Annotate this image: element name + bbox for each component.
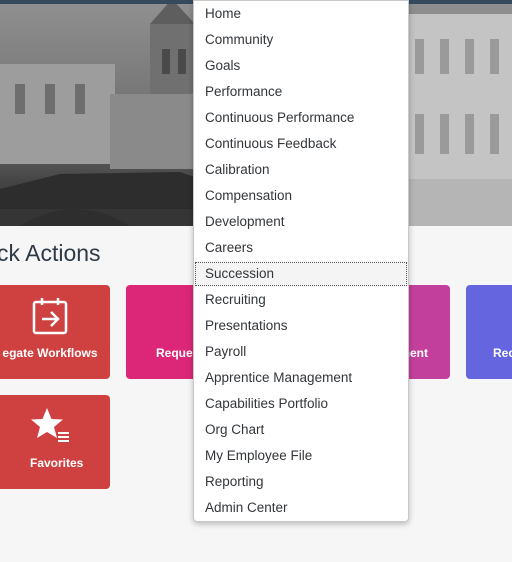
menu-item-home[interactable]: Home xyxy=(194,1,408,27)
menu-item-careers[interactable]: Careers xyxy=(194,235,408,261)
star-list-icon xyxy=(30,407,70,445)
menu-item-payroll[interactable]: Payroll xyxy=(194,339,408,365)
calendar-arrow-icon xyxy=(32,297,68,335)
menu-item-presentations[interactable]: Presentations xyxy=(194,313,408,339)
record-tile[interactable]: Rec xyxy=(466,285,512,379)
menu-item-performance[interactable]: Performance xyxy=(194,79,408,105)
menu-item-org-chart[interactable]: Org Chart xyxy=(194,417,408,443)
menu-item-succession[interactable]: Succession xyxy=(194,261,408,287)
tile-label: Rec xyxy=(493,346,512,360)
menu-item-admin-center[interactable]: Admin Center xyxy=(194,495,408,521)
menu-item-goals[interactable]: Goals xyxy=(194,53,408,79)
menu-item-continuous-feedback[interactable]: Continuous Feedback xyxy=(194,131,408,157)
menu-item-continuous-performance[interactable]: Continuous Performance xyxy=(194,105,408,131)
module-navigation-menu: Home Community Goals Performance Continuous … xyxy=(193,0,409,522)
menu-item-development[interactable]: Development xyxy=(194,209,408,235)
menu-item-calibration[interactable]: Calibration xyxy=(194,157,408,183)
menu-item-capabilities-portfolio[interactable]: Capabilities Portfolio xyxy=(194,391,408,417)
favorites-tile[interactable]: Favorites xyxy=(0,395,110,489)
menu-item-recruiting[interactable]: Recruiting xyxy=(194,287,408,313)
tile-label: Favorites xyxy=(30,456,84,470)
menu-item-reporting[interactable]: Reporting xyxy=(194,469,408,495)
quick-actions-title: ck Actions xyxy=(0,240,101,266)
menu-item-apprentice-management[interactable]: Apprentice Management xyxy=(194,365,408,391)
delegate-workflows-tile[interactable]: egate Workflows xyxy=(0,285,110,379)
menu-item-my-employee-file[interactable]: My Employee File xyxy=(194,443,408,469)
menu-list: Home Community Goals Performance Continuous … xyxy=(194,1,408,521)
tile-label: egate Workflows xyxy=(2,346,98,360)
menu-item-community[interactable]: Community xyxy=(194,27,408,53)
menu-item-compensation[interactable]: Compensation xyxy=(194,183,408,209)
